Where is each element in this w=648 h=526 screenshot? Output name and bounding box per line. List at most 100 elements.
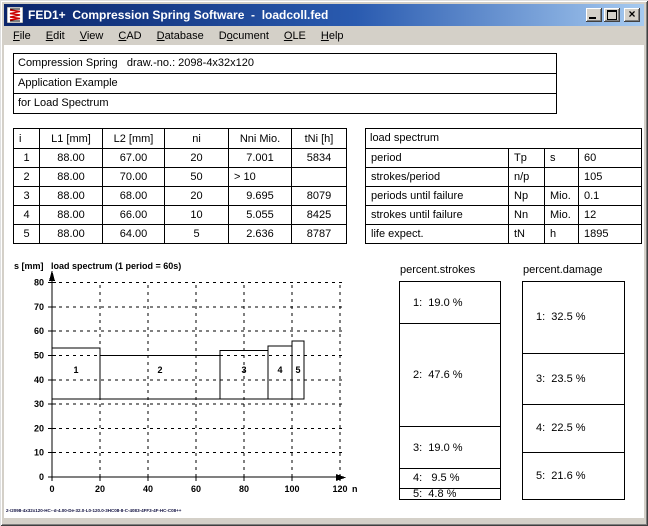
svg-text:30: 30: [34, 399, 44, 409]
svg-text:50: 50: [34, 351, 44, 361]
menu-document[interactable]: Document: [219, 30, 269, 42]
table-row: life expect.tNh1895: [366, 224, 641, 243]
table-cell: Mio.: [544, 206, 578, 224]
svg-text:5: 5: [295, 365, 300, 375]
percent-segment: 4: 22.5 %: [523, 404, 624, 453]
table-cell: Mio.: [544, 187, 578, 205]
table-cell: Np: [508, 187, 544, 205]
spring-table: iL1 [mm]L2 [mm]niNni Mio.tNi [h]188.0067…: [13, 128, 347, 244]
percent-damage-panel: 1: 32.5 %3: 23.5 %4: 22.5 %5: 21.6 %: [522, 281, 625, 500]
maximize-icon: [607, 10, 617, 20]
table-cell: Nn: [508, 206, 544, 224]
minimize-button[interactable]: [586, 8, 602, 22]
svg-text:20: 20: [95, 484, 105, 494]
table-cell: 3: [14, 187, 39, 205]
title-bar: FED1+ Compression Spring Software - load…: [4, 4, 644, 26]
drawing-header-box: Compression Spring draw.-no.: 2098-4x32x…: [13, 53, 557, 114]
maximize-button[interactable]: [604, 8, 620, 22]
table-cell: 9.695: [228, 187, 291, 205]
column-header: ni: [164, 129, 228, 148]
spring-icon: [7, 7, 23, 23]
load-spectrum-table-title: load spectrum: [366, 129, 641, 148]
table-row: strokes/periodn/p105: [366, 167, 641, 186]
close-button[interactable]: ×: [624, 8, 640, 22]
table-cell: 2.636: [228, 225, 291, 243]
svg-text:60: 60: [191, 484, 201, 494]
table-cell: > 10: [228, 168, 291, 186]
svg-text:load spectrum (1 period = 60s): load spectrum (1 period = 60s): [51, 261, 181, 271]
percent-segment: 3: 19.0 %: [400, 426, 500, 467]
table-cell: 20: [164, 149, 228, 167]
menu-edit[interactable]: Edit: [46, 30, 65, 42]
svg-text:3: 3: [241, 365, 246, 375]
menu-help[interactable]: Help: [321, 30, 344, 42]
svg-text:120: 120: [332, 484, 347, 494]
menu-database[interactable]: Database: [157, 30, 204, 42]
window-title: FED1+ Compression Spring Software - load…: [28, 8, 586, 22]
table-cell: 5: [14, 225, 39, 243]
client-area: Compression Spring draw.-no.: 2098-4x32x…: [4, 45, 644, 518]
table-cell: 1: [14, 149, 39, 167]
table-cell: 70.00: [102, 168, 164, 186]
menu-ole[interactable]: OLE: [284, 30, 306, 42]
menu-file[interactable]: File: [13, 30, 31, 42]
menu-view[interactable]: View: [80, 30, 104, 42]
column-header: tNi [h]: [291, 129, 346, 148]
table-cell: 10: [164, 206, 228, 224]
table-cell: 88.00: [39, 225, 102, 243]
table-cell: 88.00: [39, 149, 102, 167]
percent-segment: 3: 23.5 %: [523, 353, 624, 404]
svg-text:40: 40: [143, 484, 153, 494]
percent-segment: 5: 4.8 %: [400, 488, 500, 498]
percent-strokes-panel: 1: 19.0 %2: 47.6 %3: 19.0 %4: 9.5 %5: 4.…: [399, 281, 501, 500]
load-spectrum-table: load spectrum periodTps60strokes/periodn…: [365, 128, 642, 244]
table-cell: 88.00: [39, 206, 102, 224]
table-cell: [544, 168, 578, 186]
percent-strokes-title: percent.strokes: [400, 264, 475, 276]
table-cell: 8079: [291, 187, 346, 205]
load-spectrum-chart: 01020304050607080020406080100120s [mm]lo…: [4, 255, 364, 505]
table-cell: Tp: [508, 149, 544, 167]
menu-bar: File Edit View CAD Database Document OLE Help: [4, 27, 644, 45]
svg-text:80: 80: [34, 278, 44, 288]
minimize-icon: [589, 17, 596, 19]
table-row: periodTps60: [366, 148, 641, 167]
table-cell: 5834: [291, 149, 346, 167]
svg-text:2: 2: [157, 365, 162, 375]
table-cell: 7.001: [228, 149, 291, 167]
table-cell: s: [544, 149, 578, 167]
header-row: Application Example: [14, 73, 556, 93]
svg-text:60: 60: [34, 326, 44, 336]
table-cell: 20: [164, 187, 228, 205]
menu-cad[interactable]: CAD: [118, 30, 141, 42]
table-row: periods until failureNpMio.0.1: [366, 186, 641, 205]
table-cell: 12: [578, 206, 641, 224]
table-cell: 60: [578, 149, 641, 167]
table-cell: 8425: [291, 206, 346, 224]
column-header: Nni Mio.: [228, 129, 291, 148]
svg-text:10: 10: [34, 448, 44, 458]
column-header: L2 [mm]: [102, 129, 164, 148]
table-cell: 66.00: [102, 206, 164, 224]
table-cell: 50: [164, 168, 228, 186]
svg-text:70: 70: [34, 302, 44, 312]
svg-text:20: 20: [34, 423, 44, 433]
table-cell: life expect.: [366, 225, 508, 243]
svg-text:s [mm]: s [mm]: [14, 261, 44, 271]
svg-text:0: 0: [49, 484, 54, 494]
table-cell: 67.00: [102, 149, 164, 167]
table-cell: 8787: [291, 225, 346, 243]
table-cell: 68.00: [102, 187, 164, 205]
table-row: 588.0064.0052.6368787: [14, 224, 346, 243]
table-row: strokes until failureNnMio.12: [366, 205, 641, 224]
table-cell: 88.00: [39, 187, 102, 205]
app-window: FED1+ Compression Spring Software - load…: [0, 0, 648, 526]
svg-text:1: 1: [73, 365, 78, 375]
table-cell: h: [544, 225, 578, 243]
table-cell: n/p: [508, 168, 544, 186]
percent-segment: 1: 32.5 %: [523, 282, 624, 353]
table-cell: [291, 168, 346, 186]
table-cell: 1895: [578, 225, 641, 243]
percent-segment: 2: 47.6 %: [400, 323, 500, 426]
table-cell: 2: [14, 168, 39, 186]
